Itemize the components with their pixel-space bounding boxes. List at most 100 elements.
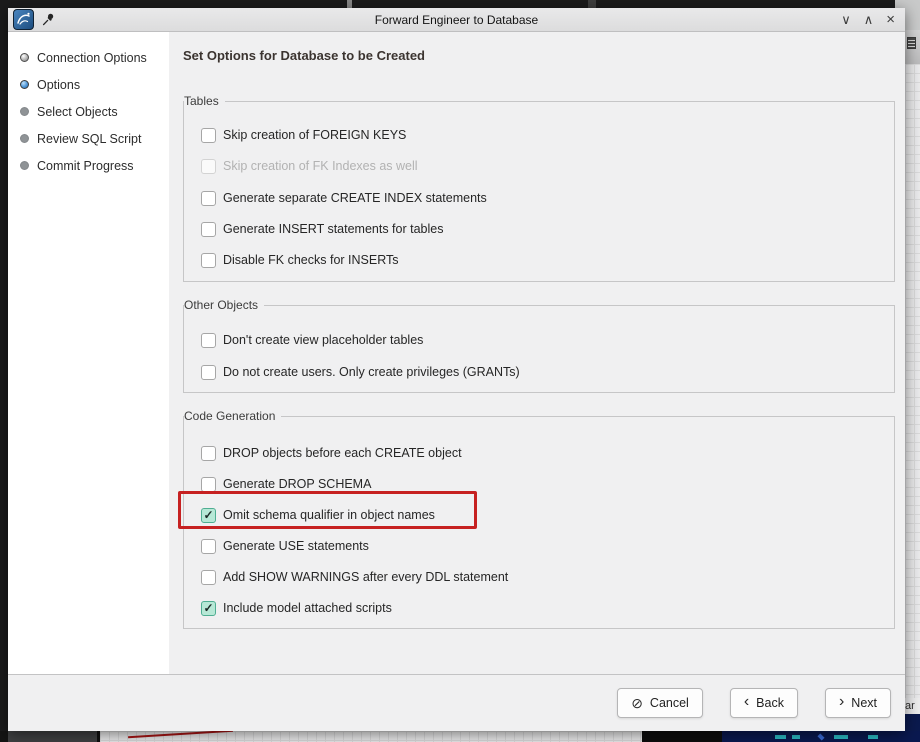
step-label: Review SQL Script <box>37 132 141 146</box>
checkbox-label: Add SHOW WARNINGS after every DDL statem… <box>223 570 508 584</box>
checkbox-box[interactable]: ✓ <box>201 191 216 206</box>
background-divider <box>588 0 596 8</box>
wizard-step-commit-progress[interactable]: Commit Progress <box>8 152 169 179</box>
cancel-button[interactable]: ⊘ Cancel <box>617 688 703 718</box>
wizard-step-review-sql-script[interactable]: Review SQL Script <box>8 125 169 152</box>
checkbox-label: Disable FK checks for INSERTs <box>223 253 399 267</box>
back-chevron-icon: ‹ <box>744 694 749 710</box>
page-title: Set Options for Database to be Created <box>183 48 425 63</box>
checkbox-label: Generate DROP SCHEMA <box>223 477 371 491</box>
checkbox-label: Skip creation of FOREIGN KEYS <box>223 128 406 142</box>
checkbox-label: DROP objects before each CREATE object <box>223 446 462 460</box>
background-text-fragment: ar <box>905 698 920 714</box>
checkbox-dont-create-view-placeholders[interactable]: ✓ Don't create view placeholder tables <box>201 332 423 348</box>
window-controls: ∨ ∧ × <box>841 8 895 31</box>
checkbox-box[interactable]: ✓ <box>201 333 216 348</box>
dolphin-glyph <box>15 11 32 28</box>
checkbox-disable-fk-checks[interactable]: ✓ Disable FK checks for INSERTs <box>201 252 399 268</box>
close-button[interactable]: × <box>886 8 895 31</box>
maximize-button[interactable]: ∧ <box>864 8 874 31</box>
checkbox-box[interactable]: ✓ <box>201 539 216 554</box>
background-diagram-canvas <box>905 64 920 698</box>
next-button[interactable]: › Next <box>825 688 891 718</box>
checkbox-label: Omit schema qualifier in object names <box>223 508 435 522</box>
background-fragment <box>642 731 722 742</box>
background-table-detail <box>868 735 878 739</box>
step-label: Select Objects <box>37 105 118 119</box>
group-tables: Tables ✓ Skip creation of FOREIGN KEYS ✓… <box>183 101 895 282</box>
checkbox-label: Skip creation of FK Indexes as well <box>223 159 418 173</box>
wizard-sidebar: Connection Options Options Select Object… <box>8 32 169 674</box>
step-label: Connection Options <box>37 51 147 65</box>
mysql-workbench-logo-icon <box>13 9 34 30</box>
group-title-tables: Tables <box>184 94 225 109</box>
background-table-detail <box>792 735 800 739</box>
checkbox-label: Generate USE statements <box>223 539 369 553</box>
group-code-generation: Code Generation ✓ DROP objects before ea… <box>183 416 895 629</box>
checkbox-label: Include model attached scripts <box>223 601 392 615</box>
back-button[interactable]: ‹ Back <box>730 688 798 718</box>
checkbox-box[interactable]: ✓ <box>201 570 216 585</box>
check-icon: ✓ <box>203 602 213 614</box>
checkbox-generate-separate-create-index[interactable]: ✓ Generate separate CREATE INDEX stateme… <box>201 190 487 206</box>
forward-engineer-dialog: Forward Engineer to Database ∨ ∧ × Conne… <box>8 8 905 731</box>
checkbox-box[interactable]: ✓ <box>201 508 216 523</box>
group-other-objects: Other Objects ✓ Don't create view placeh… <box>183 305 895 393</box>
button-label: Cancel <box>650 696 689 710</box>
checkbox-box[interactable]: ✓ <box>201 365 216 380</box>
check-icon: ✓ <box>203 509 213 521</box>
next-chevron-icon: › <box>839 694 844 710</box>
checkbox-label: Don't create view placeholder tables <box>223 333 423 347</box>
dialog-title: Forward Engineer to Database <box>8 13 905 27</box>
step-dot-icon <box>20 107 29 116</box>
checkbox-box[interactable]: ✓ <box>201 128 216 143</box>
background-table-detail <box>834 735 848 739</box>
background-fragment <box>8 731 97 742</box>
checkbox-box[interactable]: ✓ <box>201 601 216 616</box>
button-label: Back <box>756 696 784 710</box>
dialog-footer: ⊘ Cancel ‹ Back › Next <box>8 674 905 731</box>
background-table-detail <box>817 733 824 740</box>
checkbox-generate-drop-schema[interactable]: ✓ Generate DROP SCHEMA <box>201 476 371 492</box>
wizard-step-options[interactable]: Options <box>8 71 169 98</box>
dialog-body: Connection Options Options Select Object… <box>8 32 905 674</box>
step-label: Commit Progress <box>37 159 134 173</box>
button-label: Next <box>851 696 877 710</box>
checkbox-box[interactable]: ✓ <box>201 477 216 492</box>
step-dot-icon <box>20 134 29 143</box>
checkbox-generate-use-statements[interactable]: ✓ Generate USE statements <box>201 538 369 554</box>
screen: ar <box>0 0 920 742</box>
checkbox-skip-creation-fk-indexes: ✓ Skip creation of FK Indexes as well <box>201 158 418 174</box>
step-dot-icon <box>20 53 29 62</box>
group-title-other-objects: Other Objects <box>184 298 264 313</box>
options-page: Set Options for Database to be Created T… <box>169 32 905 674</box>
group-title-code-generation: Code Generation <box>184 409 281 424</box>
checkbox-box[interactable]: ✓ <box>201 222 216 237</box>
checkbox-add-show-warnings[interactable]: ✓ Add SHOW WARNINGS after every DDL stat… <box>201 569 508 585</box>
checkbox-box[interactable]: ✓ <box>201 253 216 268</box>
wizard-step-select-objects[interactable]: Select Objects <box>8 98 169 125</box>
checkbox-box[interactable]: ✓ <box>201 446 216 461</box>
background-divider <box>347 0 352 8</box>
checkbox-label: Generate INSERT statements for tables <box>223 222 443 236</box>
checkbox-omit-schema-qualifier[interactable]: ✓ Omit schema qualifier in object names <box>201 507 435 523</box>
cancel-icon: ⊘ <box>631 696 643 710</box>
checkbox-box: ✓ <box>201 159 216 174</box>
background-table-figure <box>905 714 920 731</box>
checkbox-do-not-create-users[interactable]: ✓ Do not create users. Only create privi… <box>201 364 520 380</box>
wizard-step-connection-options[interactable]: Connection Options <box>8 44 169 71</box>
pin-icon[interactable] <box>42 12 56 26</box>
checkbox-generate-insert-statements[interactable]: ✓ Generate INSERT statements for tables <box>201 221 443 237</box>
background-toolbar-icon <box>907 37 916 49</box>
step-label: Options <box>37 78 80 92</box>
checkbox-include-model-attached-scripts[interactable]: ✓ Include model attached scripts <box>201 600 392 616</box>
checkbox-label: Generate separate CREATE INDEX statement… <box>223 191 487 205</box>
background-table-detail <box>775 735 786 739</box>
checkbox-drop-objects-before-create[interactable]: ✓ DROP objects before each CREATE object <box>201 445 462 461</box>
background-fragment <box>0 731 8 742</box>
checkbox-skip-creation-foreign-keys[interactable]: ✓ Skip creation of FOREIGN KEYS <box>201 127 406 143</box>
checkbox-label: Do not create users. Only create privile… <box>223 365 520 379</box>
titlebar[interactable]: Forward Engineer to Database ∨ ∧ × <box>8 8 905 32</box>
shade-button[interactable]: ∨ <box>841 8 851 31</box>
step-dot-icon <box>20 80 29 89</box>
